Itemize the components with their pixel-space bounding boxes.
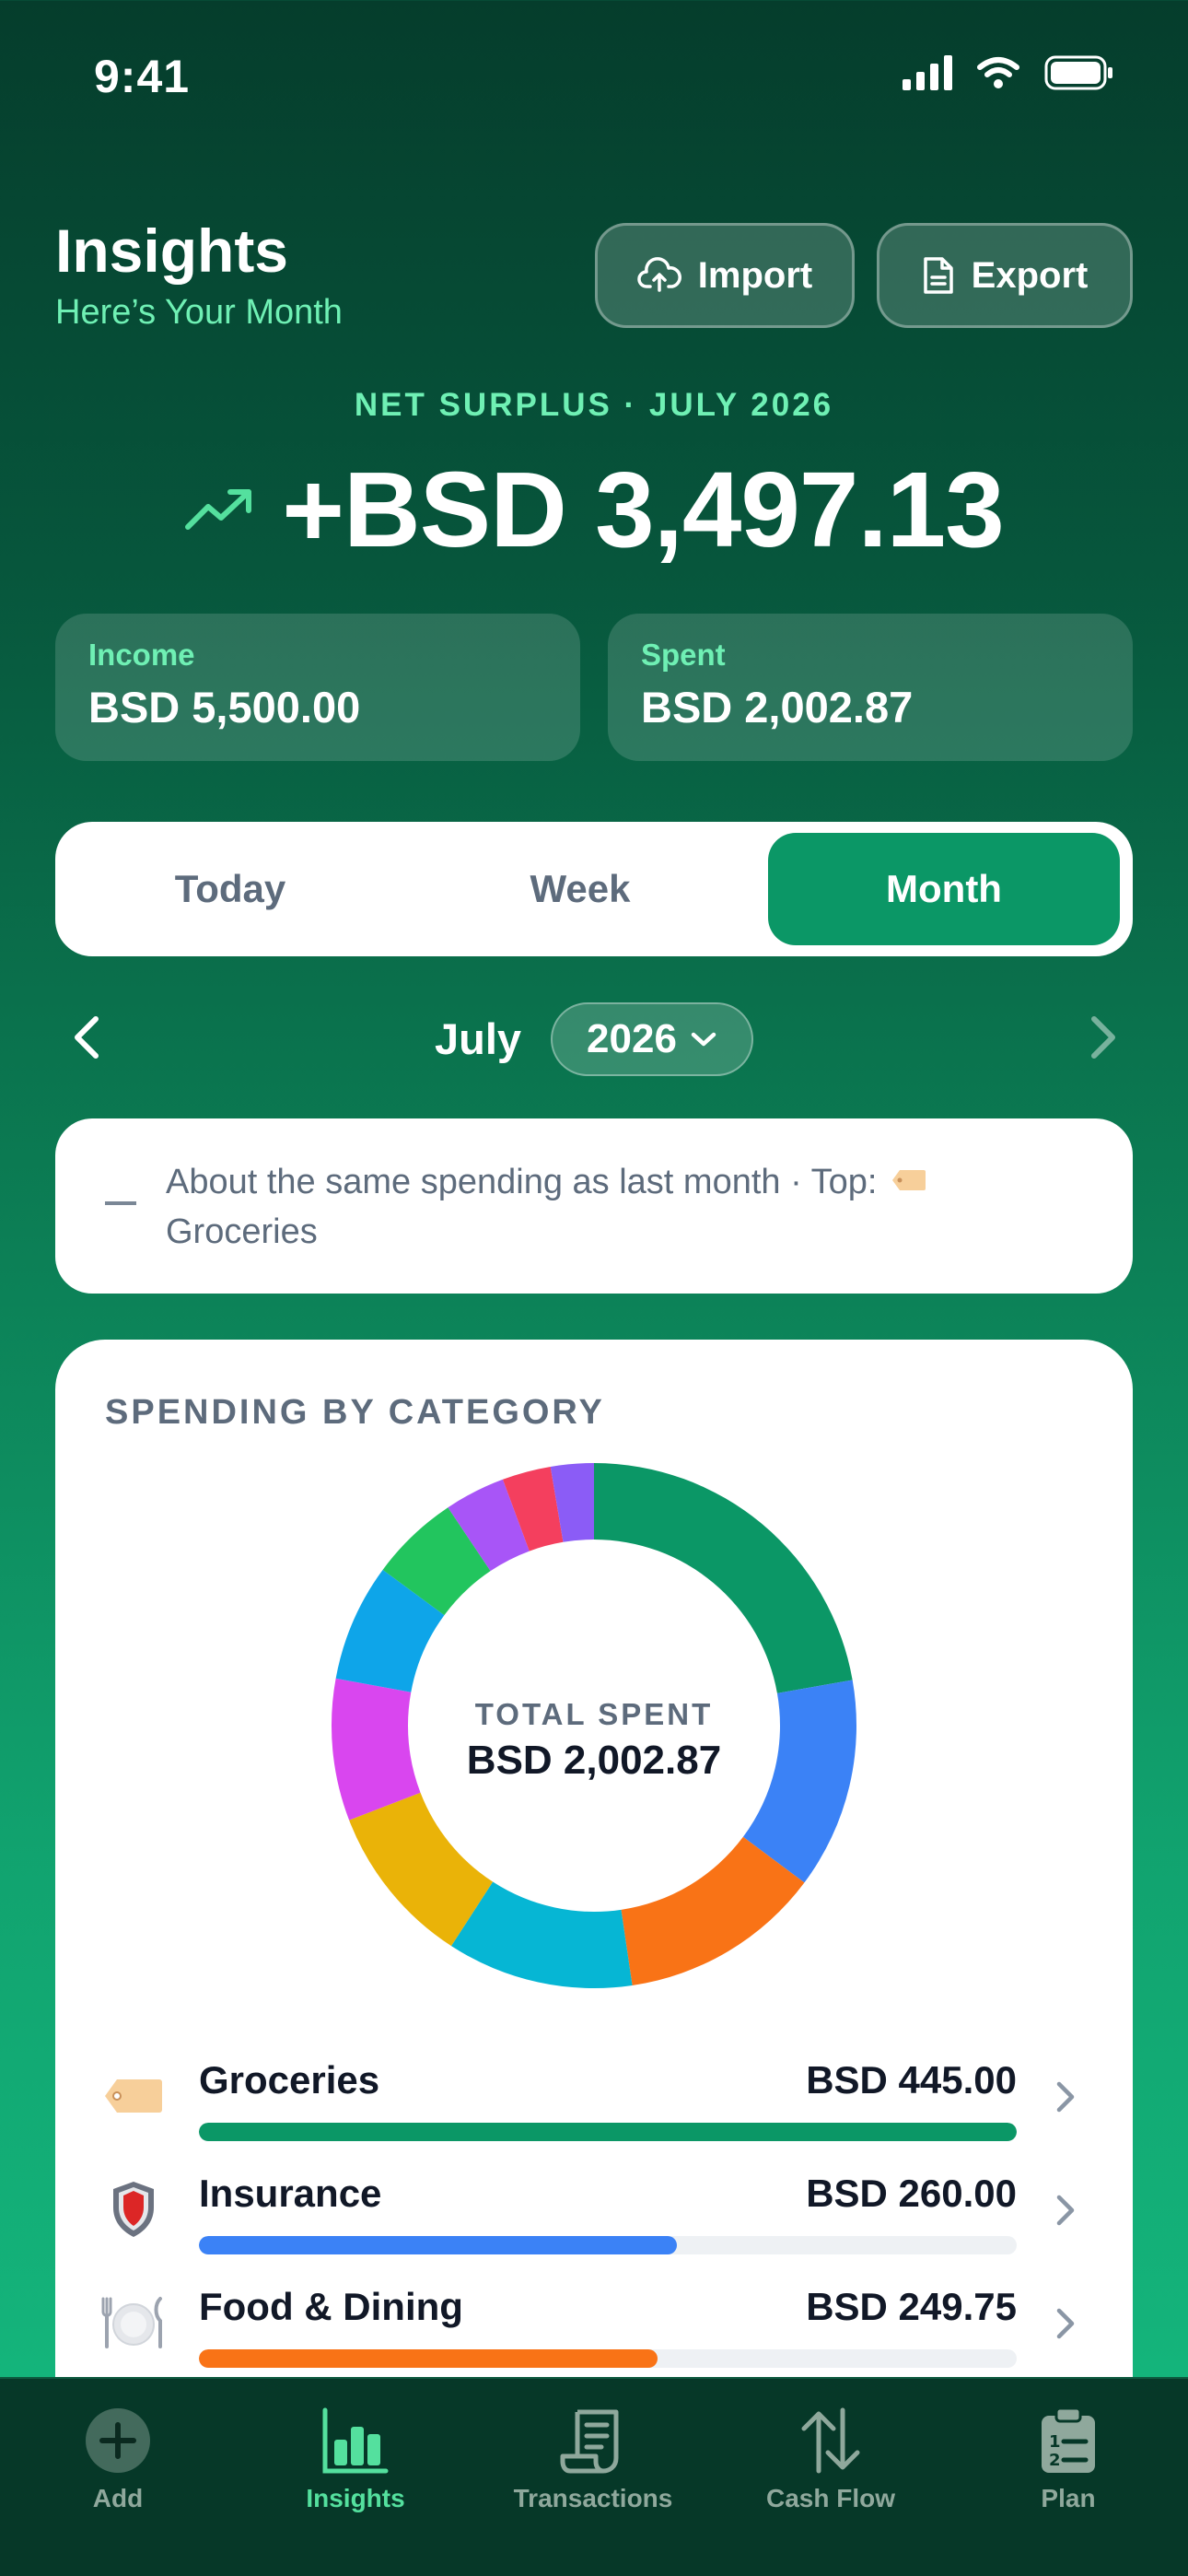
tab-insights-label: Insights bbox=[306, 2484, 405, 2512]
status-icons bbox=[903, 55, 1114, 90]
category-row-groceries[interactable]: Groceries BSD 445.00 bbox=[55, 2058, 1133, 2169]
income-label: Income bbox=[88, 638, 195, 672]
category-amount: BSD 445.00 bbox=[806, 2058, 1017, 2102]
year-picker[interactable]: 2026 bbox=[551, 1002, 753, 1076]
spending-title: SPENDING BY CATEGORY bbox=[105, 1393, 605, 1432]
cloud-upload-icon bbox=[637, 257, 681, 292]
total-spent-value: BSD 2,002.87 bbox=[466, 1738, 722, 1783]
chevron-right-icon bbox=[1054, 2305, 1077, 2347]
insight-top-category: Groceries bbox=[166, 1212, 318, 1251]
spent-value: BSD 2,002.87 bbox=[641, 683, 914, 732]
export-label: Export bbox=[971, 254, 1089, 296]
plate-icon bbox=[101, 2290, 166, 2355]
export-button[interactable]: Export bbox=[877, 223, 1133, 328]
net-surplus-value: +BSD 3,497.13 bbox=[282, 450, 1004, 569]
year-label: 2026 bbox=[587, 1016, 677, 1061]
tab-today[interactable]: Today bbox=[74, 833, 387, 945]
donut-slice[interactable] bbox=[594, 1463, 853, 1693]
category-name: Groceries bbox=[199, 2058, 380, 2102]
net-surplus-row: +BSD 3,497.13 bbox=[0, 448, 1188, 571]
wifi-icon bbox=[977, 57, 1019, 88]
category-progress-track bbox=[199, 2123, 1017, 2141]
tab-plan-label: Plan bbox=[1041, 2484, 1096, 2512]
chevron-right-icon bbox=[1091, 1016, 1115, 1059]
tab-cash-flow[interactable]: Cash Flow bbox=[729, 2406, 932, 2513]
arrows-up-down-icon bbox=[801, 2407, 860, 2474]
tab-transactions[interactable]: Transactions bbox=[492, 2406, 694, 2513]
category-amount: BSD 260.00 bbox=[806, 2172, 1017, 2215]
category-amount: BSD 249.75 bbox=[806, 2285, 1017, 2328]
category-progress-fill bbox=[199, 2236, 677, 2254]
svg-text:1: 1 bbox=[1049, 2432, 1061, 2452]
import-button[interactable]: Import bbox=[595, 223, 855, 328]
plus-circle-icon bbox=[86, 2408, 150, 2473]
tag-icon bbox=[101, 2064, 166, 2128]
category-name: Insurance bbox=[199, 2172, 382, 2215]
import-label: Import bbox=[697, 254, 813, 296]
document-icon bbox=[923, 257, 953, 294]
chevron-left-icon bbox=[75, 1016, 99, 1059]
net-surplus-label: NET SURPLUS · JULY 2026 bbox=[354, 387, 834, 423]
svg-text:2: 2 bbox=[1049, 2451, 1061, 2470]
category-progress-track bbox=[199, 2349, 1017, 2368]
chevron-right-icon bbox=[1054, 2078, 1077, 2120]
previous-month-button[interactable] bbox=[68, 1012, 105, 1068]
next-month-button[interactable] bbox=[1085, 1012, 1122, 1068]
cellular-signal-icon bbox=[903, 55, 952, 90]
tab-transactions-label: Transactions bbox=[513, 2484, 673, 2512]
category-progress-track bbox=[199, 2236, 1017, 2254]
page-subtitle: Here’s Your Month bbox=[55, 293, 343, 332]
clipboard-icon: 1 2 bbox=[1042, 2406, 1095, 2473]
tab-month[interactable]: Month bbox=[768, 833, 1120, 945]
battery-icon bbox=[1044, 55, 1112, 90]
tab-cash-flow-label: Cash Flow bbox=[765, 2484, 895, 2512]
insight-message: About the same spending as last month · … bbox=[166, 1163, 878, 1201]
category-progress-fill bbox=[199, 2349, 658, 2368]
receipt-icon bbox=[560, 2409, 619, 2474]
period-segmented-control: Today Week Month bbox=[55, 822, 1133, 956]
status-time: 9:41 bbox=[94, 51, 191, 102]
tab-insights[interactable]: Insights bbox=[254, 2406, 457, 2513]
month-label: July bbox=[435, 1014, 522, 1063]
tab-week[interactable]: Week bbox=[424, 833, 737, 945]
shield-icon bbox=[101, 2177, 166, 2242]
total-spent-label: TOTAL SPENT bbox=[474, 1697, 714, 1731]
tab-plan[interactable]: 1 2 Plan bbox=[967, 2406, 1170, 2513]
trending-up-icon bbox=[185, 489, 252, 530]
category-progress-fill bbox=[199, 2123, 1017, 2141]
bar-chart-icon bbox=[322, 2407, 389, 2474]
income-card: Income BSD 5,500.00 bbox=[55, 614, 580, 761]
insight-text: About the same spending as last month · … bbox=[166, 1157, 1087, 1257]
category-row-insurance[interactable]: Insurance BSD 260.00 bbox=[55, 2172, 1133, 2282]
chevron-right-icon bbox=[1054, 2192, 1077, 2233]
flat-trend-icon bbox=[105, 1201, 136, 1205]
chevron-down-icon bbox=[691, 1032, 716, 1047]
income-value: BSD 5,500.00 bbox=[88, 683, 361, 732]
tab-add-label: Add bbox=[92, 2484, 144, 2512]
page-title: Insights bbox=[55, 217, 289, 285]
tab-bar: Add Insights Transactions Cash Flow 1 2 bbox=[0, 2377, 1188, 2576]
spent-card: Spent BSD 2,002.87 bbox=[608, 614, 1133, 761]
tag-icon bbox=[892, 1169, 926, 1190]
category-name: Food & Dining bbox=[199, 2285, 463, 2328]
insight-card: About the same spending as last month · … bbox=[55, 1118, 1133, 1294]
tab-add[interactable]: Add bbox=[17, 2406, 219, 2513]
spent-label: Spent bbox=[641, 638, 726, 672]
